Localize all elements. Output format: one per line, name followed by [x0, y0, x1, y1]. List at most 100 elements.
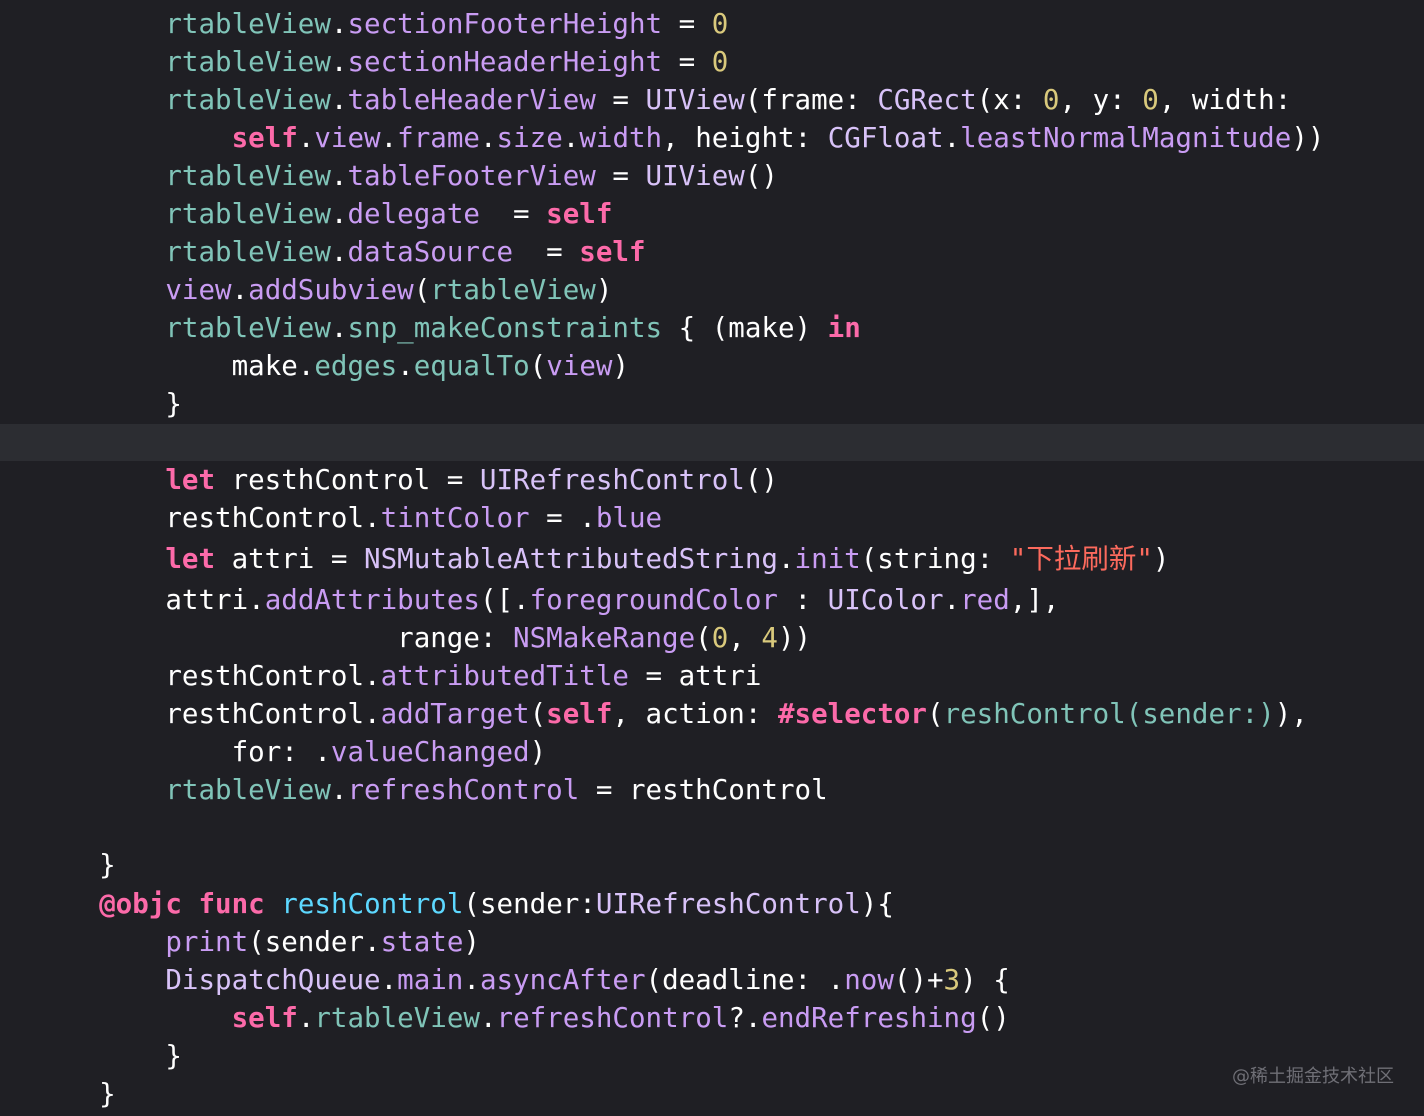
code-token-kw: let: [165, 464, 216, 496]
code-token-plain: ),: [1274, 698, 1308, 730]
code-token-prop: equalTo: [413, 350, 530, 382]
code-token-plain: .: [463, 964, 480, 996]
code-line[interactable]: rtableView.tableHeaderView = UIView(fram…: [0, 81, 1424, 119]
code-token-plain: :: [777, 584, 828, 616]
code-token-plain: .: [297, 122, 315, 154]
code-token-plain: (): [976, 1002, 1010, 1034]
code-token-plain: .: [397, 350, 414, 382]
code-token-plain: .: [330, 198, 348, 230]
code-token-plain: .: [330, 84, 348, 116]
code-token-plain: resthControl: [165, 502, 365, 534]
code-token-method: refreshControl: [496, 1002, 729, 1034]
code-token-num: 0: [711, 622, 729, 654]
code-token-plain: attri =: [215, 543, 365, 575]
code-token-plain: .: [330, 46, 348, 78]
code-token-plain: resthControl: [165, 660, 365, 692]
code-token-method: tableFooterView: [347, 160, 596, 192]
code-token-method: print: [165, 926, 249, 958]
code-line[interactable]: resthControl.attributedTitle = attri: [0, 657, 1424, 695]
code-token-plain: (string:: [860, 543, 1010, 575]
code-line[interactable]: make.edges.equalTo(view): [0, 347, 1424, 385]
code-token-plain: ,],: [1009, 584, 1060, 616]
code-line[interactable]: rtableView.sectionFooterHeight = 0: [0, 5, 1424, 43]
code-token-type: NSMutableAttributedString: [364, 543, 778, 575]
code-token-plain: (frame:: [744, 84, 878, 116]
code-line[interactable]: let resthControl = UIRefreshControl(): [0, 461, 1424, 499]
code-line[interactable]: }: [0, 1075, 1424, 1113]
code-token-num: 0: [1142, 84, 1159, 116]
code-line[interactable]: }: [0, 385, 1424, 423]
code-token-plain: , width:: [1158, 84, 1292, 116]
code-token-plain: range:: [397, 622, 514, 654]
code-token-type: UIView: [645, 160, 745, 192]
code-token-num: 4: [761, 622, 778, 654]
code-token-plain: attri: [165, 584, 249, 616]
code-token-plain: }: [99, 849, 116, 881]
code-line[interactable]: self.view.frame.size.width, height: CGFl…: [0, 119, 1424, 157]
code-token-plain: .: [479, 1002, 497, 1034]
code-line[interactable]: rtableView.dataSource = self: [0, 233, 1424, 271]
code-token-prop: rtableView: [165, 84, 331, 116]
code-token-plain: .: [562, 122, 580, 154]
code-token-plain: .: [231, 274, 249, 306]
code-token-prop: edges: [314, 350, 398, 382]
code-token-prop: rtableView: [430, 274, 596, 306]
code-line[interactable]: DispatchQueue.main.asyncAfter(deadline: …: [0, 961, 1424, 999]
code-token-method: frame: [397, 122, 480, 154]
code-token-plain: }: [99, 1078, 116, 1110]
code-token-plain: .: [380, 964, 398, 996]
code-line[interactable]: print(sender.state): [0, 923, 1424, 961]
code-token-plain: .: [479, 122, 497, 154]
code-token-plain: (: [413, 274, 431, 306]
code-token-kw: self: [231, 122, 298, 154]
code-token-method: foregroundColor: [529, 584, 778, 616]
code-line[interactable]: for: .valueChanged): [0, 733, 1424, 771]
code-token-prop: snp_makeConstraints: [347, 312, 663, 344]
code-token-kw: self: [231, 1002, 298, 1034]
code-token-plain: =: [513, 236, 580, 268]
code-token-method: dataSource: [347, 236, 514, 268]
code-editor[interactable]: rtableView.sectionFooterHeight = 0 rtabl…: [0, 0, 1424, 1116]
code-line[interactable]: resthControl.tintColor = .blue: [0, 499, 1424, 537]
code-token-plain: ) {: [960, 964, 1010, 996]
code-line[interactable]: }: [0, 1037, 1424, 1075]
current-line-highlight[interactable]: [0, 424, 1424, 461]
code-line[interactable]: range: NSMakeRange(0, 4)): [0, 619, 1424, 657]
code-line[interactable]: rtableView.sectionHeaderHeight = 0: [0, 43, 1424, 81]
code-line[interactable]: attri.addAttributes([.foregroundColor : …: [0, 581, 1424, 619]
code-token-method: width: [579, 122, 663, 154]
code-line[interactable]: rtableView.tableFooterView = UIView(): [0, 157, 1424, 195]
code-line[interactable]: let attri = NSMutableAttributedString.in…: [0, 540, 1424, 578]
code-line[interactable]: }: [0, 846, 1424, 884]
code-token-type: UIRefreshControl: [479, 464, 745, 496]
code-line[interactable]: view.addSubview(rtableView): [0, 271, 1424, 309]
code-line[interactable]: resthControl.addTarget(self, action: #se…: [0, 695, 1424, 733]
code-line[interactable]: rtableView.delegate = self: [0, 195, 1424, 233]
code-line[interactable]: rtableView.snp_makeConstraints { (make) …: [0, 309, 1424, 347]
code-token-plain: .: [297, 350, 315, 382]
code-token-prop: rtableView: [165, 312, 331, 344]
code-token-plain: resthControl: [165, 698, 365, 730]
code-line[interactable]: @objc func reshControl(sender:UIRefreshC…: [0, 885, 1424, 923]
code-token-plain: = attri: [628, 660, 762, 692]
code-token-type: DispatchQueue: [165, 964, 381, 996]
code-line[interactable]: rtableView.refreshControl = resthControl: [0, 771, 1424, 809]
code-line[interactable]: self.rtableView.refreshControl?.endRefre…: [0, 999, 1424, 1037]
code-line[interactable]: [0, 812, 1424, 850]
code-token-plain: .: [364, 698, 381, 730]
